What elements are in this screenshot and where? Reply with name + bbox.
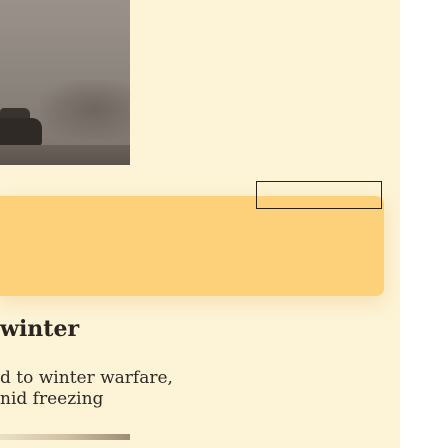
selection-box[interactable] (256, 181, 382, 209)
article-card: winter d to winter warfare, nid freezing (0, 0, 400, 448)
article-title[interactable]: winter (0, 316, 380, 342)
excerpt-line: d to winter warfare, (0, 368, 173, 388)
ground (0, 145, 130, 165)
fog-haze (40, 80, 130, 140)
excerpt-line: nid freezing (0, 389, 104, 409)
next-image-preview (0, 434, 130, 440)
vehicle-body (0, 118, 42, 146)
article-excerpt: d to winter warfare, nid freezing (0, 368, 380, 410)
article-photo[interactable] (0, 0, 130, 165)
highlight-banner (0, 196, 384, 296)
